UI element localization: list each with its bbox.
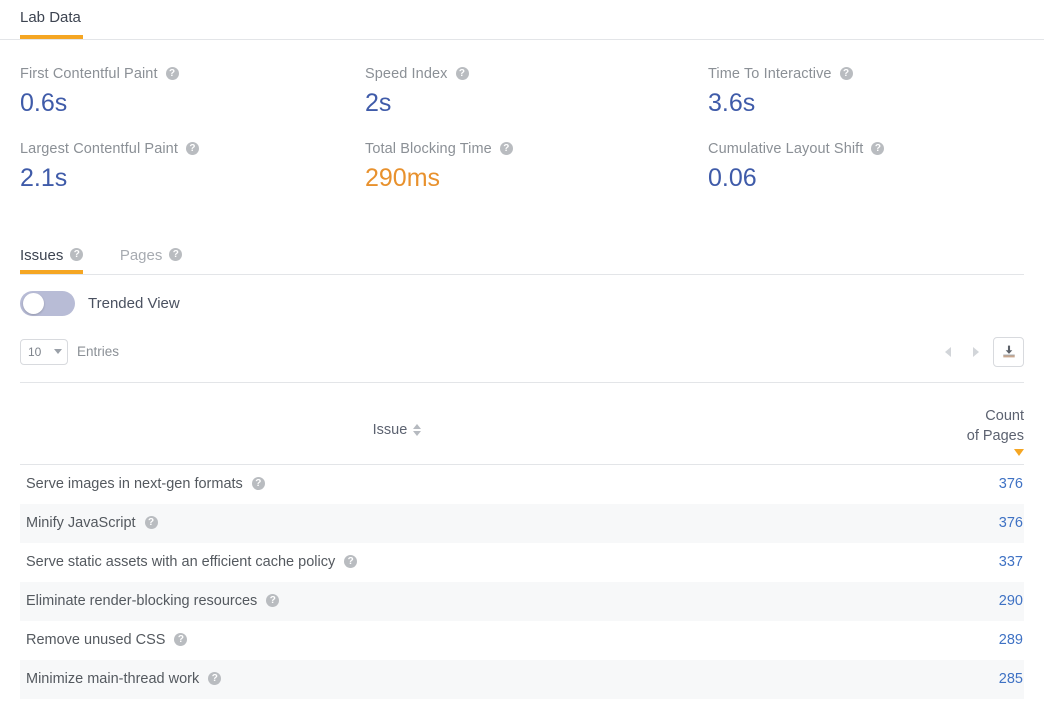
count-cell[interactable]: 289 [904,632,1024,648]
help-icon[interactable] [344,555,357,568]
issues-table: Issue Count of Pages Serve images in nex… [20,382,1024,699]
column-header-count-of-pages[interactable]: Count of Pages [904,406,1024,458]
column-header-count-line1: Count [904,406,1024,426]
metric-label: Largest Contentful Paint [20,141,355,157]
help-icon[interactable] [145,516,158,529]
metric-largest-contentful-paint-value: 2.1s [20,163,355,194]
table-row[interactable]: Serve static assets with an efficient ca… [20,543,1024,582]
table-row[interactable]: Eliminate render-blocking resources 290 [20,582,1024,621]
metric-cumulative-layout-shift-label: Cumulative Layout Shift [708,141,863,157]
issue-name: Eliminate render-blocking resources [26,593,257,609]
trended-view-row: Trended View [20,291,1044,316]
help-icon[interactable] [208,672,221,685]
table-controls: 10 Entries [20,338,1024,366]
tab-pages[interactable]: Pages [120,241,183,274]
table-header-row: Issue Count of Pages [20,383,1024,465]
count-cell[interactable]: 376 [904,515,1024,531]
column-header-count-line2: of Pages [904,426,1024,446]
count-cell[interactable]: 290 [904,593,1024,609]
download-button[interactable] [993,337,1024,367]
count-cell[interactable]: 337 [904,554,1024,570]
entries-select-value: 10 [28,345,41,359]
issue-name: Remove unused CSS [26,632,165,648]
metric-total-blocking-time-value: 290ms [365,163,698,194]
table-row[interactable]: Serve images in next-gen formats 376 [20,465,1024,504]
column-header-issue-label: Issue [373,422,408,438]
help-icon[interactable] [252,477,265,490]
metric-first-contentful-paint-value: 0.6s [20,88,355,119]
metric-time-to-interactive: Time To Interactive 3.6s [708,66,1024,119]
pagination-controls [934,337,1024,367]
issue-cell: Remove unused CSS [20,632,904,648]
metric-largest-contentful-paint-label: Largest Contentful Paint [20,141,178,157]
issue-name: Minimize main-thread work [26,671,199,687]
previous-page-button[interactable] [934,338,962,366]
trended-view-label: Trended View [88,295,180,312]
help-icon[interactable] [871,142,884,155]
help-icon[interactable] [166,67,179,80]
tab-lab-data-label: Lab Data [20,9,81,26]
metric-total-blocking-time-label: Total Blocking Time [365,141,492,157]
help-icon[interactable] [840,67,853,80]
table-row[interactable]: Minimize main-thread work 285 [20,660,1024,699]
metric-label: Speed Index [365,66,698,82]
lab-data-metrics: First Contentful Paint 0.6s Speed Index … [0,40,1044,195]
triangle-left-icon [945,347,951,357]
tab-issues[interactable]: Issues [20,241,83,274]
metric-speed-index: Speed Index 2s [365,66,708,119]
issue-name: Minify JavaScript [26,515,136,531]
issue-cell: Minimize main-thread work [20,671,904,687]
metric-label: Time To Interactive [708,66,1014,82]
chevron-down-icon [54,349,62,354]
metric-first-contentful-paint: First Contentful Paint 0.6s [20,66,365,119]
issue-cell: Serve images in next-gen formats [20,476,904,492]
help-icon[interactable] [456,67,469,80]
issue-name: Serve images in next-gen formats [26,476,243,492]
count-cell[interactable]: 376 [904,476,1024,492]
help-icon[interactable] [500,142,513,155]
issue-cell: Serve static assets with an efficient ca… [20,554,904,570]
metric-label: Cumulative Layout Shift [708,141,1014,157]
download-icon [1001,344,1017,360]
metric-label: First Contentful Paint [20,66,355,82]
metric-first-contentful-paint-label: First Contentful Paint [20,66,158,82]
help-icon[interactable] [266,594,279,607]
sort-both-icon [413,424,421,436]
entries-select[interactable]: 10 [20,339,68,365]
triangle-right-icon [973,347,979,357]
help-icon[interactable] [186,142,199,155]
table-row[interactable]: Remove unused CSS 289 [20,621,1024,660]
metric-time-to-interactive-value: 3.6s [708,88,1014,119]
issue-name: Serve static assets with an efficient ca… [26,554,335,570]
tab-pages-label: Pages [120,247,163,264]
metric-label: Total Blocking Time [365,141,698,157]
metric-speed-index-value: 2s [365,88,698,119]
table-row[interactable]: Minify JavaScript 376 [20,504,1024,543]
issues-pages-tabbar: Issues Pages [20,241,1024,275]
issue-cell: Eliminate render-blocking resources [20,593,904,609]
metric-largest-contentful-paint: Largest Contentful Paint 2.1s [20,141,365,194]
metric-speed-index-label: Speed Index [365,66,448,82]
count-cell[interactable]: 285 [904,671,1024,687]
column-header-issue[interactable]: Issue [20,422,904,458]
tab-lab-data[interactable]: Lab Data [20,0,83,39]
help-icon[interactable] [174,633,187,646]
tab-issues-label: Issues [20,247,63,264]
sort-descending-icon [1014,449,1024,456]
toggle-knob [23,293,44,314]
help-icon[interactable] [169,248,182,261]
entries-label: Entries [77,344,119,359]
metric-cumulative-layout-shift: Cumulative Layout Shift 0.06 [708,141,1024,194]
metric-cumulative-layout-shift-value: 0.06 [708,163,1014,194]
trended-view-toggle[interactable] [20,291,75,316]
issue-cell: Minify JavaScript [20,515,904,531]
help-icon[interactable] [70,248,83,261]
next-page-button[interactable] [962,338,990,366]
lab-data-tabbar: Lab Data [0,0,1044,40]
entries-group: 10 Entries [20,339,119,365]
metric-time-to-interactive-label: Time To Interactive [708,66,832,82]
metric-total-blocking-time: Total Blocking Time 290ms [365,141,708,194]
